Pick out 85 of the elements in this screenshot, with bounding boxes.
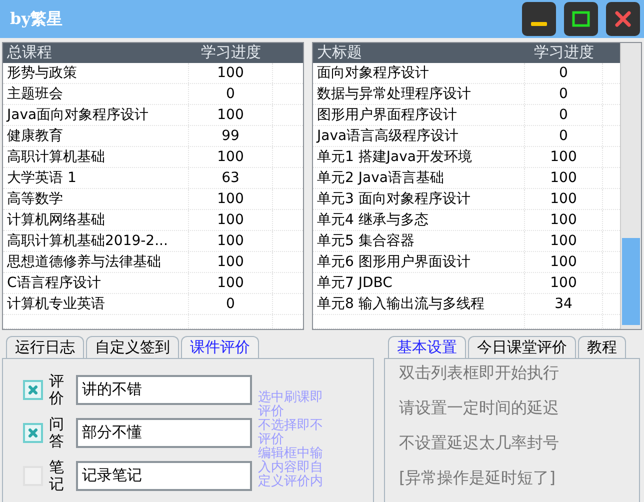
table-cell: Java语言高级程序设计 [313, 126, 525, 146]
scrollbar[interactable] [620, 43, 641, 329]
table-cell: 主题班会 [3, 84, 189, 104]
table-cell: 100 [189, 210, 273, 230]
table-cell: 图形用户界面程序设计 [313, 104, 525, 125]
column-header[interactable]: 总课程 [3, 43, 189, 62]
table-cell: 100 [525, 168, 603, 188]
table-cell: 100 [525, 272, 603, 293]
checkbox-label: 笔记 [49, 459, 64, 492]
table-cell: 100 [189, 104, 273, 125]
table-cell: 单元1 搭建Java开发环境 [313, 146, 525, 167]
input-field[interactable]: 讲的不错 [76, 374, 252, 404]
table-cell: 100 [525, 188, 603, 209]
table-cell: 单元5 集合容器 [313, 230, 525, 251]
note-text: 双击列表框即开始执行 [399, 363, 560, 384]
table-cell: 大学英语 1 [3, 168, 189, 188]
table-cell: 100 [525, 210, 603, 230]
table-cell: 单元8 输入输出流与多线程 [313, 294, 525, 314]
tab[interactable]: 运行日志 [6, 336, 84, 358]
table-cell: 单元6 图形用户界面设计 [313, 252, 525, 272]
table-cell: 100 [189, 230, 273, 251]
note-text: [异常操作是延时短了] [399, 468, 556, 489]
table-cell: 思想道德修养与法律基础 [3, 252, 189, 272]
table-cell: 0 [189, 84, 273, 104]
input-field[interactable]: 记录笔记 [76, 460, 252, 490]
table-cell: 高职计算机基础 [3, 146, 189, 167]
hint-text: 编辑框中输入内容即自定义评价内 [258, 447, 324, 489]
checkbox-label: 问答 [49, 416, 64, 449]
table-cell: 0 [189, 294, 273, 314]
tab[interactable]: 教程 [578, 336, 626, 358]
table-cell: 单元2 Java语言基础 [313, 168, 525, 188]
table-cell: 形势与政策 [3, 62, 189, 83]
tab[interactable]: 自定义签到 [86, 336, 179, 358]
table-cell: 高职计算机基础2019-2... [3, 230, 189, 251]
window-title: by繁星 [10, 8, 62, 30]
table-cell: 100 [189, 62, 273, 83]
table-cell: 100 [525, 146, 603, 167]
table-cell: 100 [525, 252, 603, 272]
table-cell: 健康教育 [3, 126, 189, 146]
cross-icon [27, 426, 39, 438]
tab[interactable]: 课件评价 [181, 336, 259, 358]
table-cell: 100 [189, 272, 273, 293]
column-header[interactable]: 学习进度 [189, 43, 273, 62]
scrollbar-thumb[interactable] [622, 238, 640, 325]
minimize-button[interactable] [522, 2, 556, 36]
table-cell: 面向对象程序设计 [313, 62, 525, 83]
cross-icon [27, 384, 39, 396]
close-button[interactable] [606, 2, 640, 36]
minimize-icon [531, 22, 547, 26]
table-cell: 0 [525, 62, 603, 83]
input-field[interactable]: 部分不懂 [76, 418, 252, 448]
list-view[interactable]: 大标题 学习进度 面向对象程序设计 0 数据与异常处理程序设计 0 图形用户界面程序设计 0 Java语言高级程序设计 0 单元1 搭建Java开发环境 100 单元2 Java语言基础 100 单元3 面向对象程序设计 100 单元4 继承与多态 100 单元5 集合容器 100 单元6 图形用户界面设计 100 单元7 JDBC 100 单元8 输入输出流与多线程 34 [312, 42, 642, 330]
table-cell: 99 [189, 126, 273, 146]
checkbox[interactable] [23, 422, 43, 442]
tab[interactable]: 基本设置 [388, 336, 466, 358]
table-cell: 数据与异常处理程序设计 [313, 84, 525, 104]
table-cell: 0 [525, 84, 603, 104]
table-cell: 单元3 面向对象程序设计 [313, 188, 525, 209]
table-cell: 100 [189, 252, 273, 272]
table-cell: 100 [189, 146, 273, 167]
hint-text: 不选择即不评价 [258, 419, 324, 447]
maximize-button[interactable] [564, 2, 598, 36]
table-cell: C语言程序设计 [3, 272, 189, 293]
tab[interactable]: 今日课堂评价 [468, 336, 576, 358]
table-cell: 100 [525, 230, 603, 251]
close-icon [612, 8, 634, 30]
note-text: 不设置延迟太几率封号 [399, 433, 560, 454]
table-cell: 计算机专业英语 [3, 294, 189, 314]
table-cell: 0 [525, 126, 603, 146]
list-view[interactable]: 总课程 学习进度 形势与政策 100 主题班会 0 Java面向对象程序设计 100 健康教育 99 高职计算机基础 100 大学英语 1 63 高等数学 100 计算机网络基础 100 高职计算机基础2019-2... 100 思想道德修养与法律基础 100 C语言程序设计 100 计算机专业英语 0 [2, 42, 304, 330]
checkbox-label: 评价 [49, 373, 64, 406]
table-cell: 100 [189, 188, 273, 209]
hint-text: 选中刷课即评价 [258, 391, 324, 419]
table-cell: Java面向对象程序设计 [3, 104, 189, 125]
table-cell: 34 [525, 294, 603, 314]
table-cell: 63 [189, 168, 273, 188]
table-cell: 单元7 JDBC [313, 272, 525, 293]
table-cell: 0 [525, 104, 603, 125]
table-cell: 计算机网络基础 [3, 210, 189, 230]
note-text: 请设置一定时间的延迟 [399, 398, 560, 419]
column-header[interactable]: 大标题 [313, 43, 525, 62]
table-cell: 单元4 继承与多态 [313, 210, 525, 230]
checkbox[interactable] [23, 380, 43, 400]
column-header[interactable]: 学习进度 [525, 43, 603, 62]
table-cell: 高等数学 [3, 188, 189, 209]
